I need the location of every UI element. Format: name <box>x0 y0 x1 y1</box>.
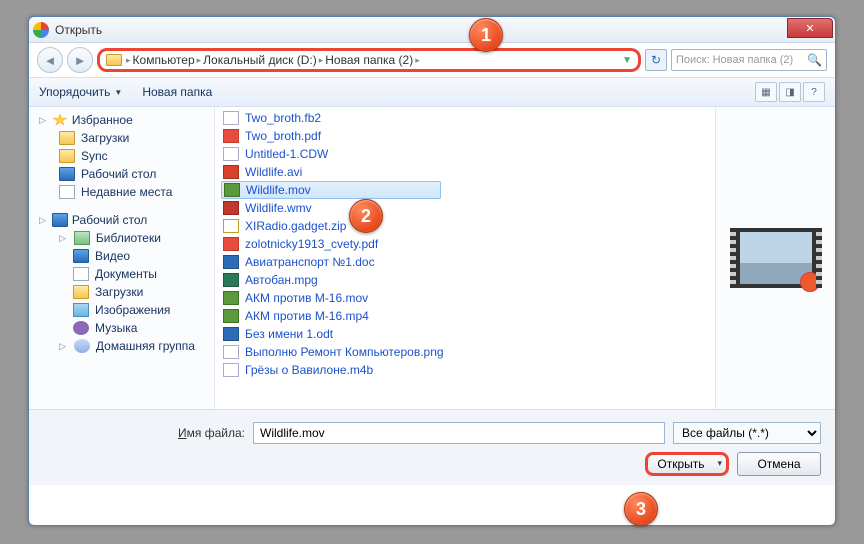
file-row[interactable]: zolotnicky1913_cvety.pdf <box>215 235 715 253</box>
view-mode-button[interactable]: ▦ <box>755 82 777 102</box>
cancel-button[interactable]: Отмена <box>737 452 821 476</box>
address-bar[interactable]: ▸ Компьютер ▸ Локальный диск (D:) ▸ Нова… <box>97 48 641 72</box>
file-name: АКМ против М-16.mov <box>245 291 368 305</box>
sidebar-item-recent[interactable]: Недавние места <box>29 183 214 201</box>
sidebar-homegroup[interactable]: ▷Домашняя группа <box>29 337 214 355</box>
back-button[interactable]: ◄ <box>37 47 63 73</box>
callout-1: 1 <box>469 18 503 52</box>
file-name: Авиатранспорт №1.doc <box>245 255 375 269</box>
sidebar-item-desktop[interactable]: Рабочий стол <box>29 165 214 183</box>
file-row[interactable]: Грёзы о Вавилоне.m4b <box>215 361 715 379</box>
fb2-file-icon <box>223 111 239 125</box>
sidebar-item-video[interactable]: Видео <box>29 247 214 265</box>
preview-pane-button[interactable]: ◨ <box>779 82 801 102</box>
callout-3: 3 <box>624 492 658 526</box>
open-button[interactable]: Открыть <box>645 452 729 476</box>
sidebar-item-music[interactable]: Музыка <box>29 319 214 337</box>
file-name: XIRadio.gadget.zip <box>245 219 346 233</box>
odt-file-icon <box>223 327 239 341</box>
breadcrumb[interactable]: Локальный диск (D:) <box>203 53 317 67</box>
file-row[interactable]: АКМ против М-16.mp4 <box>215 307 715 325</box>
file-name: Автобан.mpg <box>245 273 318 287</box>
file-name: Wildlife.wmv <box>245 201 312 215</box>
video-thumbnail <box>730 228 822 288</box>
file-row[interactable]: Two_broth.pdf <box>215 127 715 145</box>
titlebar: Открыть ✕ <box>29 17 835 43</box>
filename-input[interactable] <box>253 422 665 444</box>
preview-pane <box>715 107 835 409</box>
pdf-file-icon <box>223 237 239 251</box>
file-row[interactable]: Без имени 1.odt <box>215 325 715 343</box>
folder-icon <box>106 54 122 66</box>
organize-button[interactable]: Упорядочить ▼ <box>39 85 122 99</box>
file-row[interactable]: АКМ против М-16.mov <box>215 289 715 307</box>
mp4-file-icon <box>223 309 239 323</box>
pdf-file-icon <box>223 129 239 143</box>
new-folder-button[interactable]: Новая папка <box>142 85 212 99</box>
file-name: Без имени 1.odt <box>245 327 333 341</box>
chrome-icon <box>33 22 49 38</box>
search-placeholder: Поиск: Новая папка (2) <box>676 54 793 66</box>
forward-button[interactable]: ► <box>67 47 93 73</box>
search-input[interactable]: Поиск: Новая папка (2) 🔍 <box>671 49 827 71</box>
breadcrumb[interactable]: Новая папка (2) <box>325 53 413 67</box>
wmv-file-icon <box>223 201 239 215</box>
file-row[interactable]: Wildlife.mov <box>221 181 441 199</box>
chevron-down-icon: ▼ <box>114 88 122 97</box>
sidebar-favorites[interactable]: ▷Избранное <box>29 111 214 129</box>
cdw-file-icon <box>223 147 239 161</box>
dialog-title: Открыть <box>55 23 102 37</box>
close-button[interactable]: ✕ <box>787 18 833 38</box>
file-name: Грёзы о Вавилоне.m4b <box>245 363 373 377</box>
file-name: Wildlife.mov <box>246 183 311 197</box>
zip-file-icon <box>223 219 239 233</box>
sidebar-item-documents[interactable]: Документы <box>29 265 214 283</box>
sidebar: ▷Избранное Загрузки Sync Рабочий стол Не… <box>29 107 215 409</box>
png-file-icon <box>223 345 239 359</box>
sidebar-item-downloads2[interactable]: Загрузки <box>29 283 214 301</box>
toolbar: Упорядочить ▼ Новая папка ▦ ◨ ? <box>29 77 835 107</box>
mpg-file-icon <box>223 273 239 287</box>
file-name: Two_broth.pdf <box>245 129 321 143</box>
doc-file-icon <box>223 255 239 269</box>
avi-file-icon <box>223 165 239 179</box>
sidebar-item-downloads[interactable]: Загрузки <box>29 129 214 147</box>
help-button[interactable]: ? <box>803 82 825 102</box>
file-row[interactable]: Авиатранспорт №1.doc <box>215 253 715 271</box>
file-name: zolotnicky1913_cvety.pdf <box>245 237 378 251</box>
open-dialog: Открыть ✕ ◄ ► ▸ Компьютер ▸ Локальный ди… <box>28 16 836 526</box>
callout-2: 2 <box>349 199 383 233</box>
file-list[interactable]: Two_broth.fb2 Two_broth.pdf Untitled-1.CDW… <box>215 107 715 409</box>
app-badge-icon <box>800 272 820 292</box>
file-name: АКМ против М-16.mp4 <box>245 309 369 323</box>
sidebar-desktop[interactable]: ▷Рабочий стол <box>29 211 214 229</box>
file-row[interactable]: Выполню Ремонт Компьютеров.png <box>215 343 715 361</box>
breadcrumb[interactable]: Компьютер <box>133 53 195 67</box>
file-name: Two_broth.fb2 <box>245 111 321 125</box>
sidebar-libraries[interactable]: ▷Библиотеки <box>29 229 214 247</box>
bottom-panel: Имя файла: Все файлы (*.*) Открыть Отмен… <box>29 409 835 485</box>
search-icon: 🔍 <box>807 53 822 67</box>
file-row[interactable]: Автобан.mpg <box>215 271 715 289</box>
file-name: Untitled-1.CDW <box>245 147 328 161</box>
sidebar-item-pictures[interactable]: Изображения <box>29 301 214 319</box>
file-row[interactable]: Two_broth.fb2 <box>215 109 715 127</box>
mov-file-icon <box>223 291 239 305</box>
file-name: Wildlife.avi <box>245 165 302 179</box>
file-name: Выполню Ремонт Компьютеров.png <box>245 345 444 359</box>
file-row[interactable]: Untitled-1.CDW <box>215 145 715 163</box>
sidebar-item-sync[interactable]: Sync <box>29 147 214 165</box>
file-row[interactable]: Wildlife.avi <box>215 163 715 181</box>
file-row[interactable]: XIRadio.gadget.zip <box>215 217 715 235</box>
m4b-file-icon <box>223 363 239 377</box>
mov-file-icon <box>224 183 240 197</box>
file-row[interactable]: Wildlife.wmv <box>215 199 715 217</box>
file-type-filter[interactable]: Все файлы (*.*) <box>673 422 821 444</box>
refresh-button[interactable]: ↻ <box>645 49 667 71</box>
nav-row: ◄ ► ▸ Компьютер ▸ Локальный диск (D:) ▸ … <box>29 43 835 77</box>
chevron-down-icon[interactable]: ▼ <box>622 55 632 66</box>
filename-label: Имя файла: <box>43 426 245 440</box>
